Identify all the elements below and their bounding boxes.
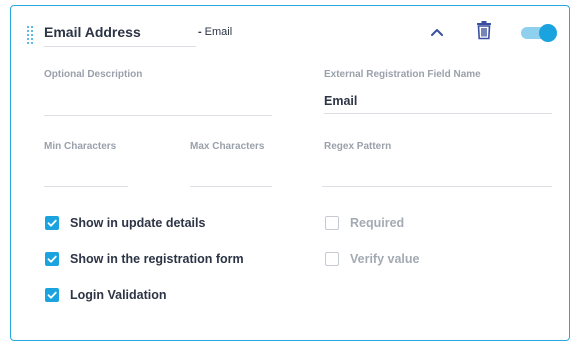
toggle-knob bbox=[539, 24, 557, 42]
optional-description-label: Optional Description bbox=[44, 69, 143, 80]
max-characters-label: Max Characters bbox=[190, 141, 265, 152]
login-validation-option[interactable]: Login Validation bbox=[45, 286, 167, 304]
regex-pattern-label: Regex Pattern bbox=[324, 141, 392, 152]
show-in-registration-form-checkbox[interactable] bbox=[45, 252, 59, 266]
min-characters-label: Min Characters bbox=[44, 141, 117, 152]
show-in-registration-form-option[interactable]: Show in the registration form bbox=[45, 250, 244, 268]
trash-icon[interactable] bbox=[476, 20, 492, 40]
field-type-text: Email bbox=[204, 26, 233, 38]
required-label: Required bbox=[350, 216, 405, 230]
required-checkbox[interactable] bbox=[325, 216, 339, 230]
drag-handle-icon[interactable] bbox=[27, 26, 33, 44]
required-option[interactable]: Required bbox=[325, 214, 404, 232]
chevron-up-icon[interactable] bbox=[428, 23, 446, 41]
show-in-registration-form-label: Show in the registration form bbox=[70, 252, 244, 266]
verify-value-option[interactable]: Verify value bbox=[325, 250, 420, 268]
max-characters-input[interactable] bbox=[190, 165, 272, 187]
login-validation-label: Login Validation bbox=[70, 288, 167, 302]
optional-description-input[interactable] bbox=[44, 94, 272, 116]
field-name-input[interactable]: Email Address bbox=[44, 20, 196, 47]
show-in-update-details-checkbox[interactable] bbox=[45, 216, 59, 230]
verify-value-label: Verify value bbox=[350, 252, 420, 266]
external-name-label: External Registration Field Name bbox=[324, 69, 481, 80]
login-validation-checkbox[interactable] bbox=[45, 288, 59, 302]
verify-value-checkbox[interactable] bbox=[325, 252, 339, 266]
type-separator: - bbox=[198, 26, 202, 38]
show-in-update-details-option[interactable]: Show in update details bbox=[45, 214, 205, 232]
external-name-input[interactable]: Email bbox=[324, 92, 552, 114]
regex-pattern-input[interactable] bbox=[322, 165, 552, 187]
field-type-label: - Email bbox=[198, 25, 232, 39]
min-characters-input[interactable] bbox=[44, 165, 128, 187]
enabled-toggle[interactable] bbox=[521, 24, 557, 42]
field-card: Email Address - Email Optional Descriptio… bbox=[10, 5, 570, 341]
show-in-update-details-label: Show in update details bbox=[70, 216, 206, 230]
